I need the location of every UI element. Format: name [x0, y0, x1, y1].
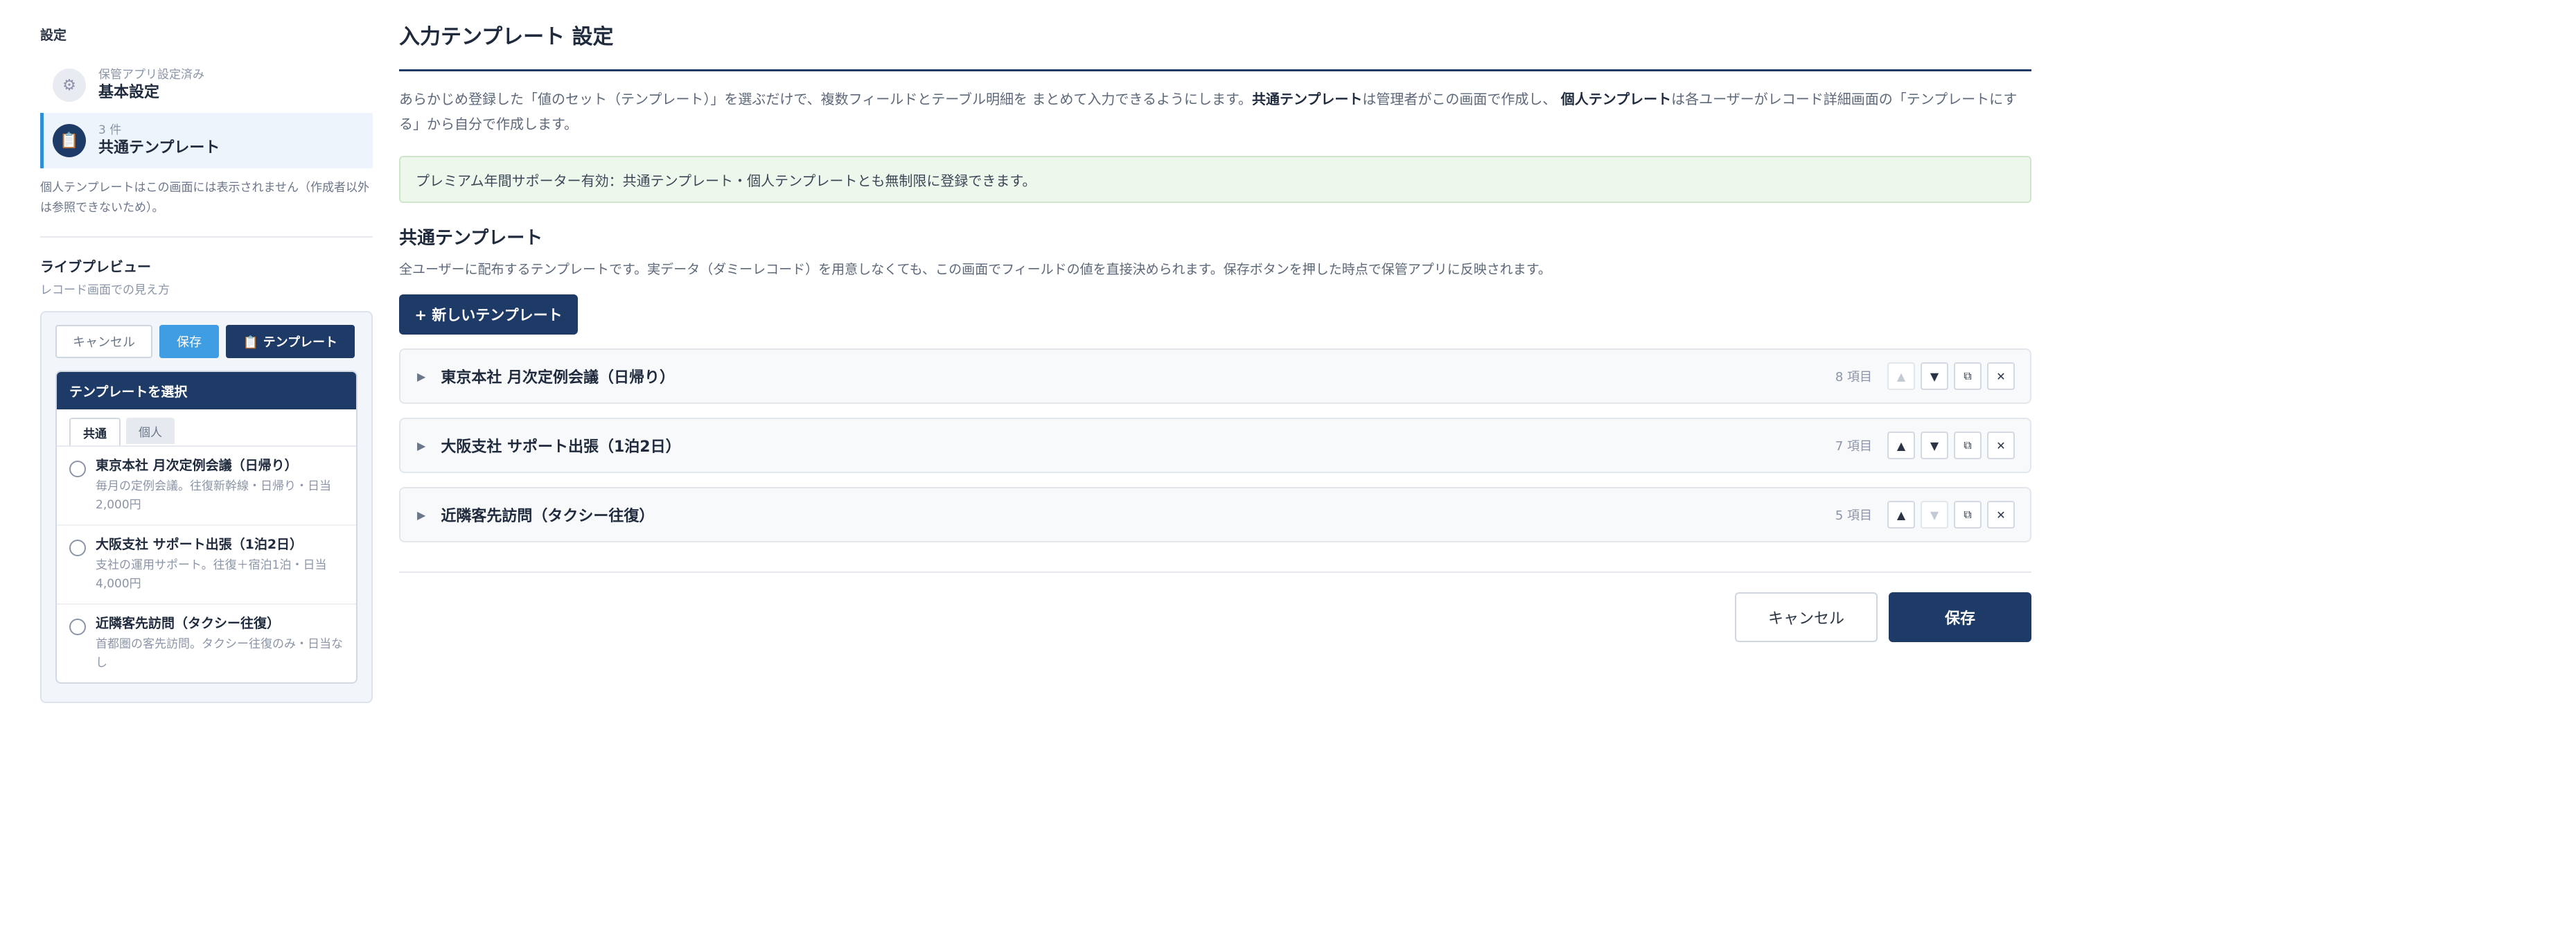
- template-item-count: 8 項目: [1835, 370, 1872, 384]
- template-name: 近隣客先訪問（タクシー往復）: [441, 508, 655, 525]
- expand-caret-icon[interactable]: ▶: [417, 508, 425, 522]
- gear-icon: ⚙: [53, 69, 86, 102]
- list-item[interactable]: 近隣客先訪問（タクシー往復） 首都圏の客先訪問。タクシー往復のみ・日当なし: [57, 605, 356, 682]
- move-down-icon[interactable]: ▼: [1921, 432, 1948, 459]
- list-item-title: 近隣客先訪問（タクシー往復）: [96, 616, 281, 631]
- live-preview-title: ライブプレビュー: [40, 258, 151, 275]
- expand-caret-icon[interactable]: ▶: [417, 439, 425, 452]
- copy-icon[interactable]: ⧉: [1954, 362, 1982, 390]
- settings-sidebar: 設定 ⚙ 保管アプリ設定済み 基本設定 📋 3 件 共通テンプレート 個人テンプ…: [40, 25, 373, 703]
- move-down-icon[interactable]: ▼: [1921, 362, 1948, 390]
- intro-bold: 個人テンプレート: [1560, 91, 1672, 107]
- intro-part: あらかじめ登録した「値のセット（テンプレート）」を選ぶだけで、複数フィールドとテ…: [399, 91, 1252, 107]
- preview-save-button[interactable]: 保存: [159, 325, 219, 358]
- live-preview-subtitle: レコード画面での見え方: [40, 283, 170, 297]
- close-icon[interactable]: ✕: [1987, 432, 2015, 459]
- close-icon[interactable]: ✕: [1987, 501, 2015, 529]
- tab-common[interactable]: 共通: [69, 418, 121, 445]
- footer-divider: [399, 571, 2031, 573]
- radio-button[interactable]: [69, 619, 86, 635]
- cancel-button[interactable]: キャンセル: [1735, 592, 1878, 642]
- template-name: 大阪支社 サポート出張（1泊2日）: [441, 438, 681, 456]
- template-select-title: テンプレートを選択: [57, 372, 356, 409]
- list-item[interactable]: 大阪支社 サポート出張（1泊2日） 支社の運用サポート。往復＋宿泊1泊・日当4,…: [57, 526, 356, 605]
- template-select-panel: テンプレートを選択 共通 個人 東京本社 月次定例会議（日帰り） 毎月の定例会議…: [55, 371, 358, 684]
- template-row[interactable]: ▶ 近隣客先訪問（タクシー往復） 5 項目 ▲ ▼ ⧉ ✕: [399, 487, 2031, 542]
- list-item-title: 東京本社 月次定例会議（日帰り）: [96, 458, 298, 473]
- close-icon[interactable]: ✕: [1987, 362, 2015, 390]
- intro-part: は管理者がこの画面で作成し、: [1362, 91, 1561, 107]
- template-name: 東京本社 月次定例会議（日帰り）: [441, 369, 675, 387]
- intro-text: あらかじめ登録した「値のセット（テンプレート）」を選ぶだけで、複数フィールドとテ…: [399, 87, 2031, 136]
- list-item-desc: 首都圏の客先訪問。タクシー往復のみ・日当なし: [96, 637, 343, 670]
- personal-template-note: 個人テンプレートはこの画面には表示されません（作成者以外は参照できないため）。: [40, 181, 369, 215]
- sidebar-item-label: 基本設定: [98, 84, 160, 101]
- page-title: 入力テンプレート 設定: [399, 25, 614, 49]
- preview-template-button[interactable]: 📋 テンプレート: [226, 325, 355, 358]
- sidebar-item-basic-settings[interactable]: ⚙ 保管アプリ設定済み 基本設定: [40, 57, 373, 113]
- title-divider: [399, 69, 2031, 71]
- tab-personal[interactable]: 個人: [126, 418, 175, 444]
- clipboard-icon: 📋: [53, 124, 86, 157]
- sidebar-item-common-templates[interactable]: 📋 3 件 共通テンプレート: [40, 113, 373, 168]
- move-up-icon[interactable]: ▲: [1887, 501, 1915, 529]
- list-item[interactable]: 東京本社 月次定例会議（日帰り） 毎月の定例会議。往復新幹線・日帰り・日当2,0…: [57, 447, 356, 526]
- save-button[interactable]: 保存: [1889, 592, 2031, 642]
- sidebar-divider: [40, 236, 373, 238]
- section-description: 全ユーザーに配布するテンプレートです。実データ（ダミーレコード）を用意しなくても…: [399, 262, 1551, 277]
- main-content: 入力テンプレート 設定 あらかじめ登録した「値のセット（テンプレート）」を選ぶだ…: [399, 25, 2031, 642]
- live-preview-box: キャンセル 保存 📋 テンプレート テンプレートを選択 共通 個人 東京本社 月…: [40, 311, 373, 703]
- form-footer: キャンセル 保存: [399, 592, 2031, 642]
- list-item-desc: 毎月の定例会議。往復新幹線・日帰り・日当2,000円: [96, 479, 331, 512]
- preview-cancel-button[interactable]: キャンセル: [55, 325, 152, 358]
- sidebar-item-sub: 3 件: [98, 123, 122, 137]
- premium-notice: プレミアム年間サポーター有効：共通テンプレート・個人テンプレートとも無制限に登録…: [399, 156, 2031, 203]
- radio-button[interactable]: [69, 461, 86, 477]
- template-row[interactable]: ▶ 大阪支社 サポート出張（1泊2日） 7 項目 ▲ ▼ ⧉ ✕: [399, 418, 2031, 473]
- intro-bold: 共通テンプレート: [1251, 91, 1363, 107]
- sidebar-title: 設定: [40, 28, 67, 43]
- template-row[interactable]: ▶ 東京本社 月次定例会議（日帰り） 8 項目 ▲ ▼ ⧉ ✕: [399, 348, 2031, 404]
- move-up-icon[interactable]: ▲: [1887, 432, 1915, 459]
- radio-button[interactable]: [69, 540, 86, 556]
- section-title: 共通テンプレート: [399, 228, 543, 249]
- template-item-count: 5 項目: [1835, 508, 1872, 523]
- template-item-count: 7 項目: [1835, 439, 1872, 454]
- new-template-button[interactable]: + 新しいテンプレート: [399, 294, 578, 335]
- sidebar-item-sub: 保管アプリ設定済み: [98, 68, 204, 82]
- copy-icon[interactable]: ⧉: [1954, 432, 1982, 459]
- move-down-icon[interactable]: ▼: [1921, 501, 1948, 529]
- list-item-title: 大阪支社 サポート出張（1泊2日）: [96, 537, 303, 552]
- expand-caret-icon[interactable]: ▶: [417, 370, 425, 383]
- move-up-icon[interactable]: ▲: [1887, 362, 1915, 390]
- sidebar-item-label: 共通テンプレート: [98, 139, 220, 157]
- copy-icon[interactable]: ⧉: [1954, 501, 1982, 529]
- list-item-desc: 支社の運用サポート。往復＋宿泊1泊・日当4,000円: [96, 558, 327, 591]
